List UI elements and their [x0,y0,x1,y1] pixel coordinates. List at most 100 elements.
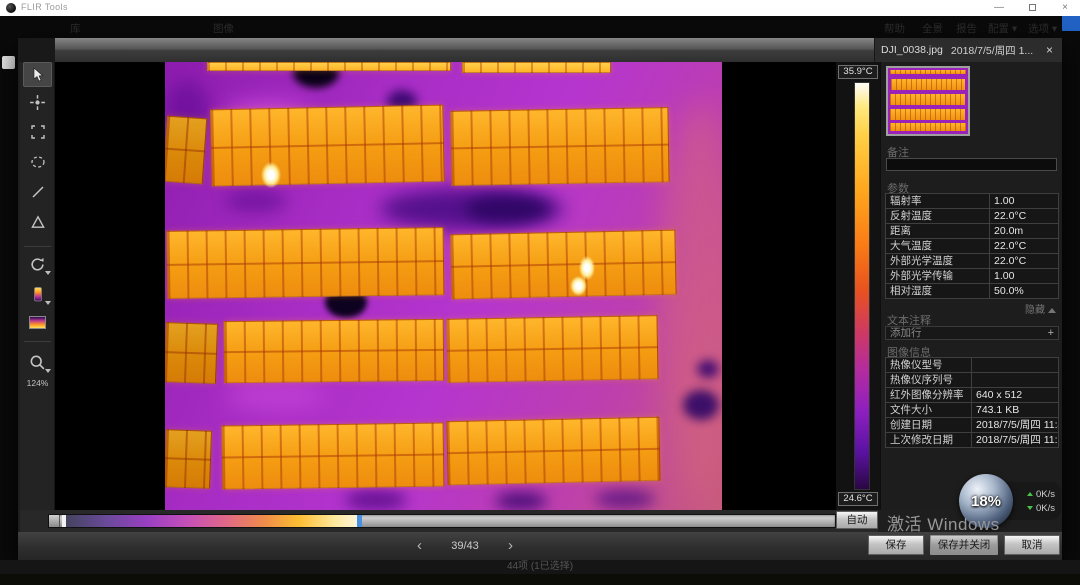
solar-panel-array [167,227,445,299]
param-label: 反射温度 [886,209,990,223]
menu-help[interactable]: 帮助 [884,21,905,36]
info-label: 红外图像分辨率 [886,388,972,402]
info-label: 热像仪型号 [886,358,972,372]
scale-min-label[interactable]: 24.6°C [838,492,878,506]
save-button[interactable]: 保存 [868,535,924,555]
info-label: 热像仪序列号 [886,373,972,387]
save-and-close-button[interactable]: 保存并关闭 [930,535,998,555]
terrain-blob [225,190,287,212]
note-input[interactable] [886,158,1057,171]
info-value: 743.1 KB [972,403,1059,417]
arrow-down-icon [1027,506,1033,510]
level-span-slider-row [20,510,878,532]
maximize-button[interactable] [1017,0,1047,16]
param-value[interactable]: 22.0°C [990,239,1059,253]
level-span-range[interactable] [62,515,362,527]
param-value[interactable]: 22.0°C [990,209,1059,223]
chevron-down-icon [45,301,51,305]
chevron-down-icon [45,271,51,275]
rotate-tool-button[interactable] [23,252,52,277]
thumbnail-panel-row [890,123,966,131]
terrain-blob [465,195,549,223]
solar-panel-array [165,116,207,185]
cursor-tool-button[interactable] [23,62,52,87]
image-position-label: 39/43 [451,540,479,552]
next-image-button[interactable]: › [504,533,517,559]
param-label: 大气温度 [886,239,990,253]
info-label: 文件大小 [886,403,972,417]
close-window-button[interactable]: × [1050,0,1080,16]
menu-library[interactable]: 库 [70,21,81,36]
zoom-tool-button[interactable] [23,350,52,375]
app-title: FLIR Tools [21,2,68,12]
param-label: 距离 [886,224,990,238]
line-tool-button[interactable] [23,179,52,204]
level-span-track[interactable] [48,514,836,528]
table-row: 文件大小743.1 KB [886,403,1059,418]
param-value[interactable]: 20.0m [990,224,1059,238]
info-value [972,373,1059,387]
param-label: 相对湿度 [886,284,990,298]
zoom-level-label: 124% [20,378,55,388]
add-row-button[interactable]: 添加行 + [885,326,1059,340]
rotate-icon [29,256,46,273]
table-row: 距离20.0m [886,224,1059,239]
terrain-blob [225,380,325,410]
triangle-up-icon [1048,308,1056,313]
terrain-blob [345,490,407,510]
usage-percent: 18% [971,493,1001,510]
temperature-scale-bar[interactable] [854,82,870,490]
screen: FLIR Tools — × 库 图像 帮助 全景 报告 配置 ▾ 选项 ▾ D… [0,0,1080,585]
tab-close-button[interactable]: × [1043,43,1056,57]
param-value[interactable]: 22.0°C [990,254,1059,268]
tools-sidebar: 124% [20,62,55,510]
toolbar-divider [24,246,51,247]
dialog-buttons: 保存 保存并关闭 取消 [868,535,1060,555]
cancel-button[interactable]: 取消 [1004,535,1060,555]
spot-meter-tool-button[interactable] [23,90,52,115]
ellipse-roi-tool-button[interactable] [23,149,52,174]
scale-max-label[interactable]: 35.9°C [838,65,878,79]
minimize-button[interactable]: — [984,0,1014,16]
hide-parameters-link[interactable]: 隐藏 [1025,301,1056,316]
ellipse-roi-icon [30,154,46,170]
palette-tool-button[interactable] [23,282,52,307]
param-label: 外部光学传输 [886,269,990,283]
info-value: 2018/7/5/周四 11:44:36 [972,418,1059,432]
table-row: 相对湿度50.0% [886,284,1059,299]
iron-palette-tool-button[interactable] [23,310,52,335]
cursor-icon [30,67,46,83]
magnifier-icon [29,354,46,371]
image-tab[interactable]: DJI_0038.jpg 2018/7/5/周四 1... × [874,38,1062,62]
image-info-table: 热像仪型号 热像仪序列号 红外图像分辨率640 x 512 文件大小743.1 … [885,357,1059,448]
arrow-up-icon [1027,492,1033,496]
slider-left-stop[interactable] [49,515,60,527]
param-label: 外部光学温度 [886,254,990,268]
solar-panel-array [446,417,660,485]
menu-panorama[interactable]: 全景 [922,21,943,36]
info-value: 640 x 512 [972,388,1059,402]
details-panel: 备注 参数 辐射率1.00 反射温度22.0°C 距离20.0m 大气温度22.… [880,62,1062,510]
delta-tool-button[interactable] [23,209,52,234]
solar-panel-array [165,322,218,384]
param-value[interactable]: 50.0% [990,284,1059,298]
param-value[interactable]: 1.00 [990,194,1059,208]
os-titlebar: FLIR Tools — × [0,0,1080,16]
table-row: 热像仪型号 [886,358,1059,373]
plus-icon: + [1048,327,1054,339]
previous-image-button[interactable]: ‹ [413,533,426,559]
desktop-icon-fragment [2,56,15,69]
auto-scale-button[interactable]: 自动 [836,511,878,529]
menu-config[interactable]: 配置 ▾ [988,21,1017,36]
thumbnail-panel-row [890,109,965,120]
flir-logo-icon [6,3,16,13]
rectangle-roi-tool-button[interactable] [23,119,52,144]
terrain-blob [683,390,719,420]
thermal-image[interactable] [165,62,722,510]
menu-image[interactable]: 图像 [213,21,234,36]
param-value[interactable]: 1.00 [990,269,1059,283]
image-thumbnail[interactable] [886,66,970,136]
menu-report[interactable]: 报告 [956,21,977,36]
image-canvas [55,62,836,510]
menu-options[interactable]: 选项 ▾ [1028,21,1057,36]
